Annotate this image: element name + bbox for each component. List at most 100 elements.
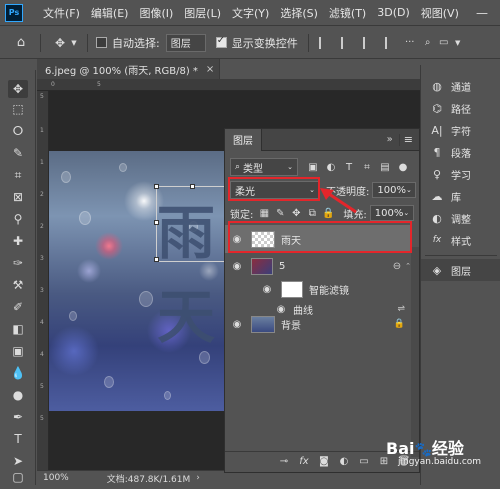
lasso-tool-icon[interactable]: ⵔ <box>8 122 28 140</box>
filter-pixel-icon[interactable]: ▣ <box>306 160 320 174</box>
raindrop <box>139 291 153 307</box>
move-tool-icon[interactable]: ✥ <box>8 80 28 98</box>
close-tab-icon[interactable]: × <box>206 64 214 75</box>
paragraph-panel-button[interactable]: ¶ 段落 <box>421 141 500 163</box>
fill-value: 100% <box>374 207 404 219</box>
opacity-field[interactable]: 100% ⌄ <box>372 182 417 198</box>
ruler-label: 2 <box>40 223 44 230</box>
visibility-eye-icon[interactable]: ◉ <box>259 284 275 295</box>
layer-filter-dropdown[interactable]: ⌕ 类型 ⌄ <box>230 158 298 176</box>
layer-row-smart-filters[interactable]: ◉ 智能滤镜 <box>225 277 411 301</box>
rectangle-tool-icon[interactable]: ▢ <box>8 470 28 484</box>
history-brush-tool-icon[interactable]: ✐ <box>8 298 28 316</box>
clone-stamp-tool-icon[interactable]: ⚒ <box>8 276 28 294</box>
layer-row-background[interactable]: ◉ 背景 🔒 <box>225 311 411 337</box>
workspace-icon[interactable]: ▭ <box>437 36 451 50</box>
transform-handle[interactable] <box>190 184 195 189</box>
layers-tab[interactable]: 图层 <box>225 128 262 151</box>
channels-panel-button[interactable]: ◍ 通道 <box>421 75 500 97</box>
marquee-tool-icon[interactable]: ⬚ <box>8 100 28 118</box>
dodge-tool-icon[interactable]: ● <box>8 386 28 404</box>
styles-icon: fx <box>432 235 442 245</box>
filter-toggle-icon[interactable]: ● <box>396 160 410 174</box>
search-icon: ⌕ <box>235 162 241 172</box>
auto-select-checkbox[interactable] <box>96 37 107 48</box>
transform-handle[interactable] <box>154 184 159 189</box>
eraser-tool-icon[interactable]: ◧ <box>8 320 28 338</box>
blur-tool-icon[interactable]: 💧 <box>8 364 28 382</box>
layer-style-icon[interactable]: fx <box>297 455 311 469</box>
menu-file[interactable]: 文件(F) <box>43 5 80 21</box>
menu-select[interactable]: 选择(S) <box>280 5 318 21</box>
paths-panel-button[interactable]: ⌬ 路径 <box>421 97 500 119</box>
layers-panel-button[interactable]: ◈ 图层 <box>421 259 500 281</box>
lock-transparent-icon[interactable]: ▦ <box>257 206 271 220</box>
visibility-eye-icon[interactable]: ◉ <box>229 319 245 330</box>
type-tool-icon[interactable]: T <box>8 430 28 448</box>
menu-image[interactable]: 图像(I) <box>139 5 173 21</box>
minimize-icon[interactable]: — <box>472 3 492 23</box>
transform-bounding-box[interactable] <box>154 184 228 262</box>
chevron-right-icon[interactable]: › <box>196 473 200 483</box>
paw-icon: 🐾 <box>414 442 432 458</box>
search-icon[interactable]: ⌕ <box>421 36 435 50</box>
zoom-level[interactable]: 100% <box>43 473 69 483</box>
layers-icon: ◈ <box>432 263 442 277</box>
visibility-eye-icon[interactable]: ◉ <box>229 261 245 272</box>
filter-type-icon[interactable]: T <box>342 160 356 174</box>
fill-field[interactable]: 100% ⌄ <box>369 205 414 221</box>
align-left-icon[interactable] <box>384 36 397 49</box>
filter-adjustment-icon[interactable]: ◐ <box>324 160 338 174</box>
baidu-watermark: Bai🐾经验 jingyan.baidu.com <box>380 433 500 483</box>
styles-label: 样式 <box>451 236 471 248</box>
link-layers-icon[interactable]: ⊸ <box>277 455 291 469</box>
align-middle-icon[interactable] <box>340 36 353 49</box>
healing-brush-tool-icon[interactable]: ✚ <box>8 232 28 250</box>
libraries-panel-button[interactable]: ☁ 库 <box>421 185 500 207</box>
chevron-down-icon[interactable]: ▼ <box>451 36 465 50</box>
pen-tool-icon[interactable]: ✒ <box>8 408 28 426</box>
styles-panel-button[interactable]: fx 样式 <box>421 229 500 251</box>
tools-panel: ✥ ⬚ ⵔ ✎ ⌗ ⊠ ⚲ ✚ ✑ ⚒ ✐ ◧ ▣ 💧 ● ✒ T ➤ ▢ <box>0 70 36 485</box>
menu-3d[interactable]: 3D(D) <box>377 6 410 19</box>
filter-shape-icon[interactable]: ⌗ <box>360 160 374 174</box>
more-options-icon[interactable]: ··· <box>403 36 417 50</box>
align-bottom-icon[interactable] <box>362 36 375 49</box>
adjustments-panel-button[interactable]: ◐ 调整 <box>421 207 500 229</box>
auto-select-target-dropdown[interactable]: 图层 <box>165 33 206 52</box>
adjustment-layer-icon[interactable]: ◐ <box>337 455 351 469</box>
chevron-down-icon[interactable]: ▼ <box>67 36 81 50</box>
add-mask-icon[interactable]: ◙ <box>317 455 331 469</box>
frame-tool-icon[interactable]: ⊠ <box>8 188 28 206</box>
align-top-icon[interactable] <box>318 36 331 49</box>
layer-row-5[interactable]: ◉ 5 ⊖ ⌃ <box>225 255 411 277</box>
lock-image-icon[interactable]: ✎ <box>273 206 287 220</box>
new-group-icon[interactable]: ▭ <box>357 455 371 469</box>
character-panel-button[interactable]: A| 字符 <box>421 119 500 141</box>
collapse-icon[interactable]: » <box>387 134 393 145</box>
menu-layer[interactable]: 图层(L) <box>184 5 221 21</box>
panel-menu-icon[interactable]: ≡ <box>404 133 413 146</box>
transform-handle[interactable] <box>154 257 159 262</box>
quick-select-tool-icon[interactable]: ✎ <box>8 144 28 162</box>
transform-handle[interactable] <box>154 220 159 225</box>
crop-tool-icon[interactable]: ⌗ <box>8 166 28 184</box>
learn-panel-button[interactable]: ♀ 学习 <box>421 163 500 185</box>
layers-scrollbar[interactable] <box>411 247 419 457</box>
menu-edit[interactable]: 编辑(E) <box>91 5 129 21</box>
brush-tool-icon[interactable]: ✑ <box>8 254 28 272</box>
home-icon[interactable]: ⌂ <box>14 35 28 50</box>
move-tool-icon[interactable]: ✥ <box>53 36 67 50</box>
menu-view[interactable]: 视图(V) <box>421 5 459 21</box>
adjustments-label: 调整 <box>451 214 471 226</box>
menu-filter[interactable]: 滤镜(T) <box>329 5 366 21</box>
document-tab-title: 6.jpeg @ 100% (雨天, RGB/8) * <box>45 65 198 77</box>
path-selection-tool-icon[interactable]: ➤ <box>8 452 28 470</box>
filter-smart-object-icon[interactable]: ▤ <box>378 160 392 174</box>
gradient-tool-icon[interactable]: ▣ <box>8 342 28 360</box>
menu-type[interactable]: 文字(Y) <box>232 5 269 21</box>
eyedropper-tool-icon[interactable]: ⚲ <box>8 210 28 228</box>
lock-position-icon[interactable]: ✥ <box>289 206 303 220</box>
document-tab[interactable]: 6.jpeg @ 100% (雨天, RGB/8) * × <box>37 59 220 79</box>
show-transform-checkbox[interactable] <box>215 35 227 48</box>
